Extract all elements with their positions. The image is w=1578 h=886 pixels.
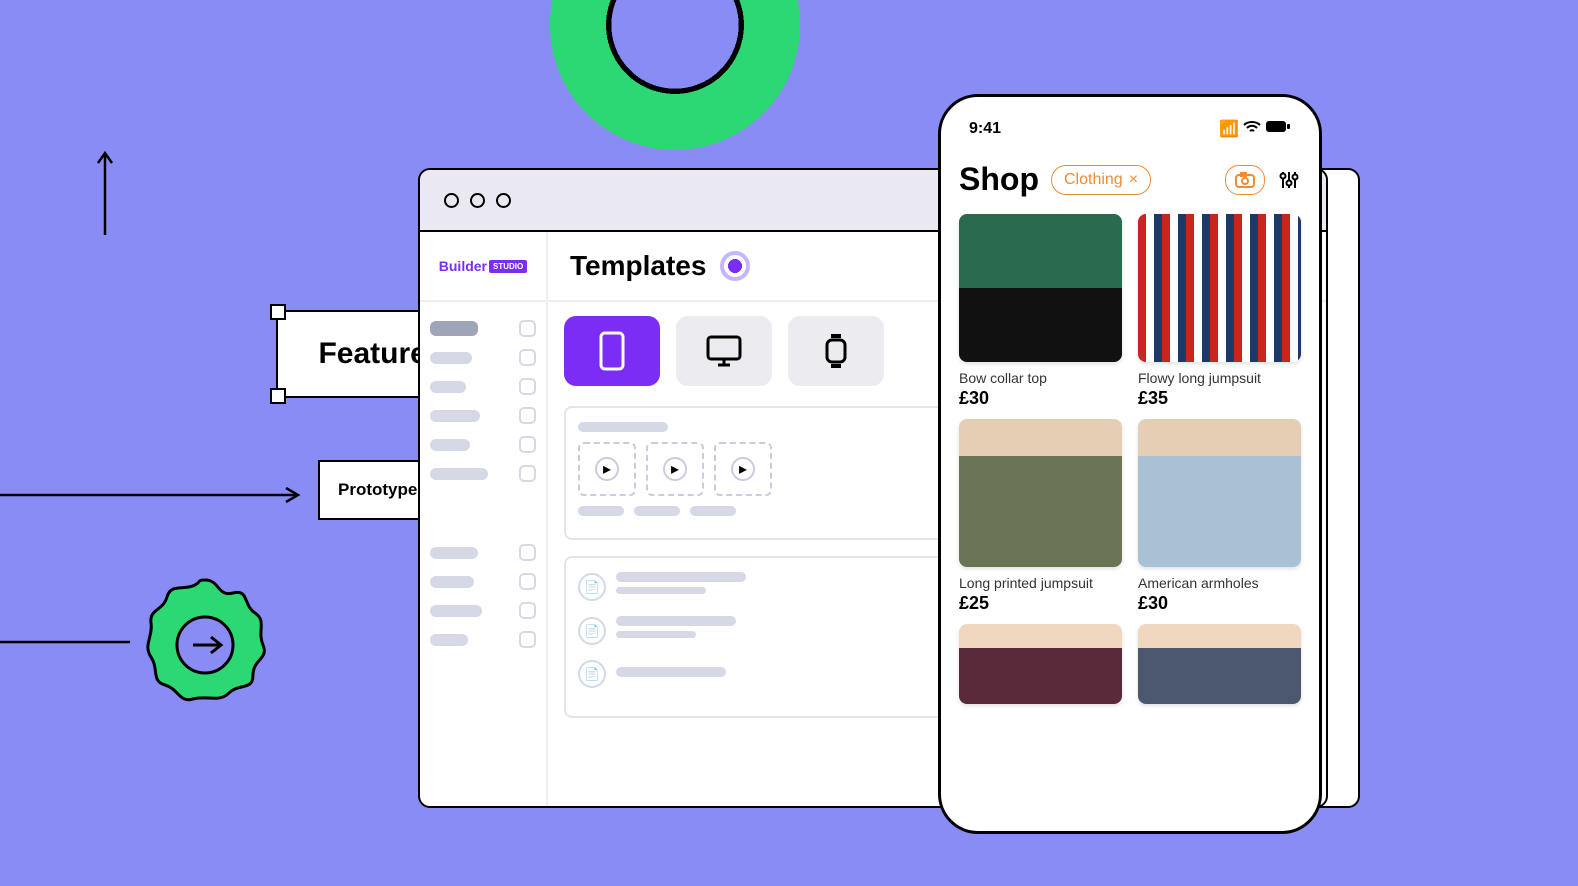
product-card[interactable]	[1138, 624, 1301, 704]
sidebar-item[interactable]	[430, 625, 536, 654]
video-thumbnail[interactable]: ▸	[578, 442, 636, 496]
battery-icon	[1265, 120, 1291, 138]
product-price: £35	[1138, 388, 1301, 409]
traffic-light-close[interactable]	[444, 193, 459, 208]
device-desktop-button[interactable]	[676, 316, 772, 386]
chip-label: Clothing	[1064, 171, 1123, 189]
product-card[interactable]: Long printed jumpsuit £25	[959, 419, 1122, 614]
product-image	[1138, 419, 1301, 567]
product-name: Flowy long jumpsuit	[1138, 370, 1301, 386]
arrow-right-icon	[0, 632, 130, 657]
builder-logo[interactable]: Builder STUDIO	[420, 232, 548, 300]
signal-icon: 📶	[1219, 119, 1239, 139]
document-icon: 📄	[578, 573, 606, 601]
camera-button[interactable]	[1225, 165, 1265, 195]
shop-title: Shop	[959, 161, 1039, 198]
video-thumbnail[interactable]: ▸	[646, 442, 704, 496]
product-name: Bow collar top	[959, 370, 1122, 386]
sidebar-item[interactable]	[430, 459, 536, 488]
sidebar-item[interactable]	[430, 343, 536, 372]
record-indicator-icon[interactable]	[720, 251, 750, 281]
arrow-up-icon	[95, 145, 115, 235]
sidebar-item[interactable]	[430, 372, 536, 401]
device-watch-button[interactable]	[788, 316, 884, 386]
sidebar-item[interactable]	[430, 314, 536, 343]
video-thumbnail[interactable]: ▸	[714, 442, 772, 496]
status-bar: 9:41 📶	[959, 115, 1301, 143]
product-card[interactable]: Bow collar top £30	[959, 214, 1122, 409]
status-time: 9:41	[969, 120, 1001, 138]
product-card[interactable]	[959, 624, 1122, 704]
document-icon: 📄	[578, 660, 606, 688]
sidebar-item[interactable]	[430, 538, 536, 567]
chip-close-icon[interactable]: ×	[1129, 171, 1138, 189]
product-image	[959, 214, 1122, 362]
page-title: Templates	[570, 250, 706, 282]
sidebar-item[interactable]	[430, 567, 536, 596]
product-price: £30	[1138, 593, 1301, 614]
device-phone-button[interactable]	[564, 316, 660, 386]
product-image	[959, 624, 1122, 704]
gear-icon[interactable]	[120, 560, 290, 735]
arrow-right-icon	[0, 485, 310, 510]
product-card[interactable]: Flowy long jumpsuit £35	[1138, 214, 1301, 409]
product-price: £25	[959, 593, 1122, 614]
sidebar	[420, 302, 548, 806]
product-card[interactable]: American armholes £30	[1138, 419, 1301, 614]
traffic-light-minimize[interactable]	[470, 193, 485, 208]
product-name: American armholes	[1138, 575, 1301, 591]
phone-preview: 9:41 📶 Shop Clothing × Bow collar top £3…	[938, 94, 1322, 834]
product-name: Long printed jumpsuit	[959, 575, 1122, 591]
product-image	[1138, 214, 1301, 362]
resize-handle[interactable]	[270, 388, 286, 404]
product-image	[959, 419, 1122, 567]
document-icon: 📄	[578, 617, 606, 645]
sidebar-item[interactable]	[430, 430, 536, 459]
filter-chip-clothing[interactable]: Clothing ×	[1051, 165, 1151, 195]
resize-handle[interactable]	[270, 304, 286, 320]
brand-badge: STUDIO	[489, 260, 527, 273]
traffic-light-maximize[interactable]	[496, 193, 511, 208]
brand-name: Builder	[439, 258, 487, 274]
product-image	[1138, 624, 1301, 704]
sidebar-item[interactable]	[430, 401, 536, 430]
decorative-donut	[550, 0, 800, 150]
sidebar-item[interactable]	[430, 596, 536, 625]
prototype-label: Prototype	[338, 480, 417, 500]
product-price: £30	[959, 388, 1122, 409]
filter-button[interactable]	[1277, 169, 1301, 191]
wifi-icon	[1243, 120, 1261, 139]
